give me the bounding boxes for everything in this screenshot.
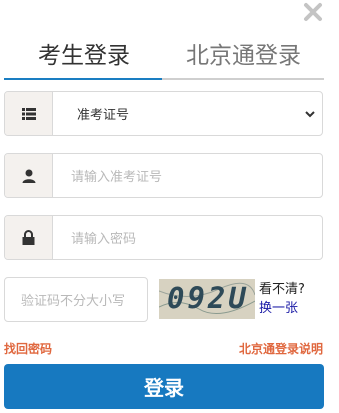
user-icon [5,154,53,197]
list-icon [5,92,53,135]
refresh-captcha-link[interactable]: 换一张 [259,297,298,316]
tab-beijingtong-login[interactable]: 北京通登录 [186,36,301,76]
exam-id-placeholder: 请输入准考证号 [71,170,163,185]
password-placeholder: 请输入密码 [71,232,137,247]
id-type-select[interactable]: 准考证号 [4,91,323,136]
active-tab-indicator [4,78,162,80]
tab-divider [162,78,324,80]
password-field[interactable]: 请输入密码 [4,215,323,260]
close-icon[interactable] [303,2,323,22]
login-tabs: 考生登录 北京通登录 [0,36,339,82]
captcha-placeholder: 验证码不分大小写 [21,294,126,309]
captcha-image[interactable]: 092U [159,279,255,319]
tab-candidate-login[interactable]: 考生登录 [38,36,130,76]
login-button[interactable]: 登录 [4,364,324,409]
beijingtong-help-link[interactable]: 北京通登录说明 [239,340,323,357]
captcha-hint: 看不清? [259,282,305,297]
chevron-down-icon [305,111,315,118]
id-type-value: 准考证号 [77,108,130,123]
forgot-password-link[interactable]: 找回密码 [4,340,52,357]
lock-icon [5,216,53,259]
exam-id-field[interactable]: 请输入准考证号 [4,153,323,198]
captcha-input[interactable]: 验证码不分大小写 [4,277,148,322]
